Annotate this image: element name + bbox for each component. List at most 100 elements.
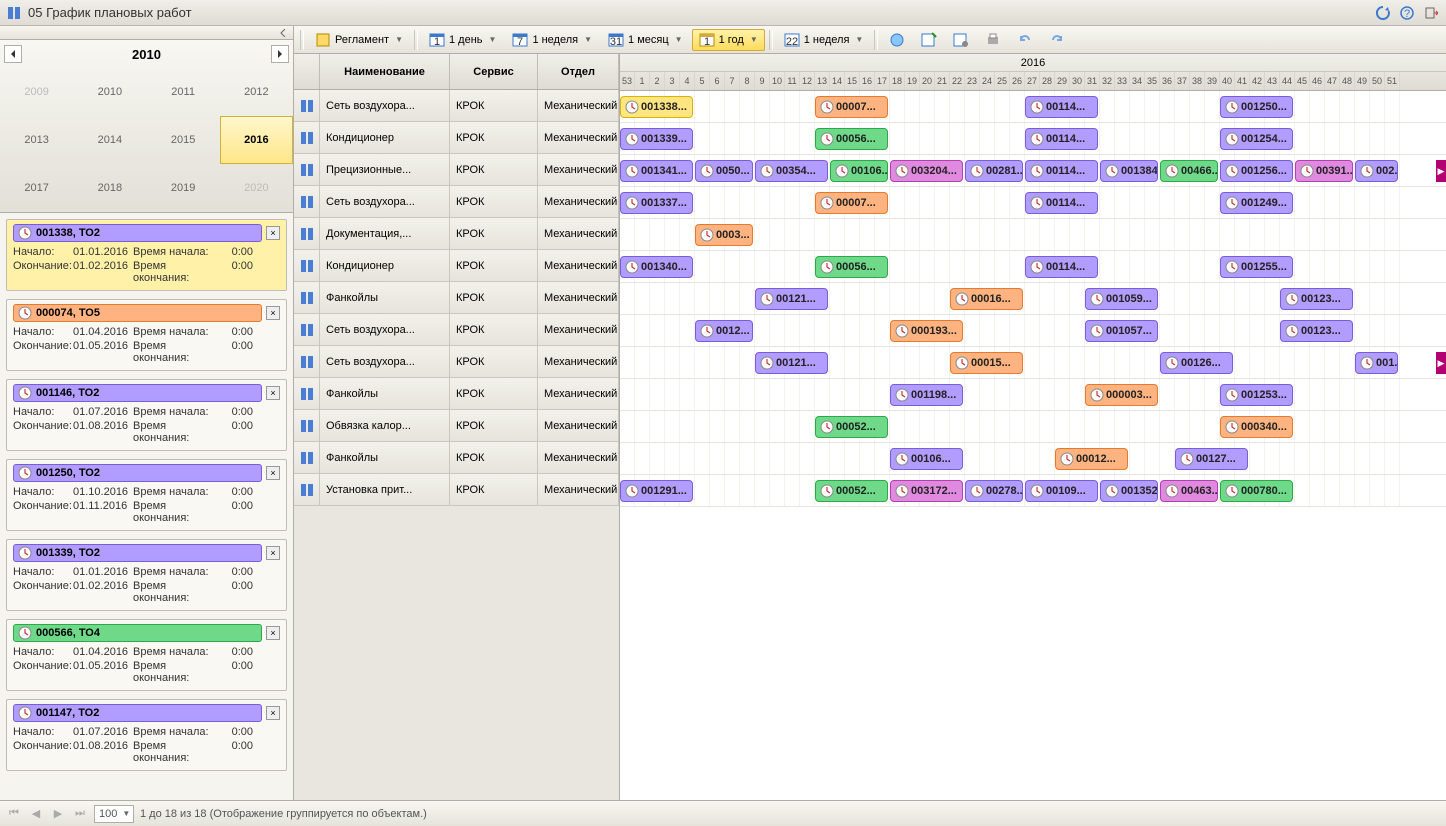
task-close-button[interactable]: × [266, 306, 280, 320]
gantt-bar[interactable]: 00007... [815, 192, 888, 214]
gantt-bar[interactable]: 001341... [620, 160, 693, 182]
gantt-timeline[interactable]: 2016 53123456789101112131415161718192021… [620, 54, 1446, 800]
continue-indicator[interactable]: ▶ [1436, 160, 1446, 182]
task-list[interactable]: 001338, ТО2×Начало:01.01.2016Время начал… [0, 213, 293, 800]
gantt-bar[interactable]: 00463... [1160, 480, 1218, 502]
task-close-button[interactable]: × [266, 466, 280, 480]
year-cell-2011[interactable]: 2011 [147, 68, 220, 116]
gantt-bar[interactable]: 001352... [1100, 480, 1158, 502]
col-header-service[interactable]: Сервис [450, 54, 538, 89]
year-cell-2016[interactable]: 2016 [220, 116, 293, 164]
gantt-bar[interactable]: 00056... [815, 128, 888, 150]
print-button[interactable] [978, 29, 1008, 51]
gantt-bar[interactable]: 00123... [1280, 288, 1353, 310]
gantt-row-header[interactable]: Документация,...КРОКМеханический [294, 218, 619, 250]
col-header-dept[interactable]: Отдел [538, 54, 619, 89]
col-header-name[interactable]: Наименование [320, 54, 450, 89]
gantt-row-header[interactable]: Сеть воздухора...КРОКМеханический [294, 346, 619, 378]
page-prev-button[interactable]: ◀ [28, 806, 44, 822]
task-close-button[interactable]: × [266, 226, 280, 240]
gantt-row-header[interactable]: ФанкойлыКРОКМеханический [294, 442, 619, 474]
gantt-bar[interactable]: 00391... [1295, 160, 1353, 182]
collapse-left-button[interactable] [0, 26, 293, 40]
task-card[interactable]: 000566, ТО4×Начало:01.04.2016Время начал… [6, 619, 287, 691]
gantt-bar[interactable]: 000340... [1220, 416, 1293, 438]
year-cell-2014[interactable]: 2014 [73, 116, 146, 164]
gantt-bar[interactable]: 00354... [755, 160, 828, 182]
gantt-bar[interactable]: 001254... [1220, 128, 1293, 150]
year-cell-2012[interactable]: 2012 [220, 68, 293, 116]
gantt-bar[interactable]: 00106... [890, 448, 963, 470]
gantt-bar[interactable]: 001198... [890, 384, 963, 406]
gantt-row-header[interactable]: Установка прит...КРОКМеханический [294, 474, 619, 506]
gantt-bar[interactable]: 001255... [1220, 256, 1293, 278]
gantt-bar[interactable]: 00114... [1025, 256, 1098, 278]
cal-settings-button[interactable] [946, 29, 976, 51]
goto-button[interactable] [882, 29, 912, 51]
gantt-bar[interactable]: 001249... [1220, 192, 1293, 214]
gantt-bar[interactable]: 001339... [620, 128, 693, 150]
page-last-button[interactable]: ⏭ [72, 806, 88, 822]
year-cell-2009[interactable]: 2009 [0, 68, 73, 116]
gantt-bar[interactable]: 00109... [1025, 480, 1098, 502]
gantt-bar[interactable]: 00016... [950, 288, 1023, 310]
gantt-bar[interactable]: 00106... [830, 160, 888, 182]
gantt-bar[interactable]: 0003... [695, 224, 753, 246]
year-cell-2010[interactable]: 2010 [73, 68, 146, 116]
task-card[interactable]: 001339, ТО2×Начало:01.01.2016Время начал… [6, 539, 287, 611]
task-close-button[interactable]: × [266, 386, 280, 400]
range-1month-button[interactable]: 31 1 месяц▼ [601, 29, 690, 51]
gantt-row-header[interactable]: ФанкойлыКРОКМеханический [294, 378, 619, 410]
gantt-bar[interactable]: 000780... [1220, 480, 1293, 502]
task-card[interactable]: 001338, ТО2×Начало:01.01.2016Время начал… [6, 219, 287, 291]
gantt-bar[interactable]: 00123... [1280, 320, 1353, 342]
gantt-bar[interactable]: 0012... [695, 320, 753, 342]
gantt-bar[interactable]: 000003... [1085, 384, 1158, 406]
gantt-row-header[interactable]: Сеть воздухора...КРОКМеханический [294, 314, 619, 346]
gantt-bar[interactable]: 001340... [620, 256, 693, 278]
gantt-bar[interactable]: 00466... [1160, 160, 1218, 182]
task-card[interactable]: 001250, ТО2×Начало:01.10.2016Время начал… [6, 459, 287, 531]
gantt-row-header[interactable]: Сеть воздухора...КРОКМеханический [294, 90, 619, 122]
year-cell-2017[interactable]: 2017 [0, 164, 73, 212]
gantt-bar[interactable]: 00052... [815, 480, 888, 502]
gantt-row-header[interactable]: ФанкойлыКРОКМеханический [294, 282, 619, 314]
gantt-bar[interactable]: 00114... [1025, 192, 1098, 214]
gantt-bar[interactable]: 003172... [890, 480, 963, 502]
page-next-button[interactable]: ▶ [50, 806, 66, 822]
range-1year-button[interactable]: 1 1 год▼ [692, 29, 765, 51]
gantt-bar[interactable]: 00127... [1175, 448, 1248, 470]
gantt-bar[interactable]: 00121... [755, 352, 828, 374]
gantt-bar[interactable]: 00015... [950, 352, 1023, 374]
year-cell-2020[interactable]: 2020 [220, 164, 293, 212]
task-close-button[interactable]: × [266, 626, 280, 640]
year-cell-2015[interactable]: 2015 [147, 116, 220, 164]
gantt-bar[interactable]: 001384... [1100, 160, 1158, 182]
task-card[interactable]: 000074, ТО5×Начало:01.04.2016Время начал… [6, 299, 287, 371]
exit-icon[interactable] [1422, 4, 1440, 22]
range-1week-button[interactable]: 7 1 неделя▼ [505, 29, 599, 51]
gantt-bar[interactable]: 003204... [890, 160, 963, 182]
gantt-bar[interactable]: 00114... [1025, 96, 1098, 118]
task-close-button[interactable]: × [266, 546, 280, 560]
gantt-bar[interactable]: 001059... [1085, 288, 1158, 310]
gantt-row-header[interactable]: Прецизионные...КРОКМеханический [294, 154, 619, 186]
gantt-bar[interactable]: 002... [1355, 160, 1398, 182]
continue-indicator[interactable]: ▶ [1436, 352, 1446, 374]
gantt-bar[interactable]: 00121... [755, 288, 828, 310]
cal-add-button[interactable] [914, 29, 944, 51]
gantt-row-header[interactable]: КондиционерКРОКМеханический [294, 250, 619, 282]
gantt-bar[interactable]: 00114... [1025, 128, 1098, 150]
gantt-bar[interactable]: 00114... [1025, 160, 1098, 182]
gantt-bar[interactable]: 00278... [965, 480, 1023, 502]
page-size-select[interactable]: 100 ▼ [94, 805, 134, 823]
gantt-row-header[interactable]: КондиционерКРОКМеханический [294, 122, 619, 154]
year-cell-2019[interactable]: 2019 [147, 164, 220, 212]
task-card[interactable]: 001146, ТО2×Начало:01.07.2016Время начал… [6, 379, 287, 451]
gantt-bar[interactable]: 00052... [815, 416, 888, 438]
range-1day-button[interactable]: 1 1 день▼ [422, 29, 503, 51]
reglament-button[interactable]: Регламент▼ [308, 29, 410, 51]
redo-button[interactable] [1042, 29, 1072, 51]
year-prev-button[interactable] [4, 45, 22, 63]
gantt-bar[interactable]: 001338... [620, 96, 693, 118]
